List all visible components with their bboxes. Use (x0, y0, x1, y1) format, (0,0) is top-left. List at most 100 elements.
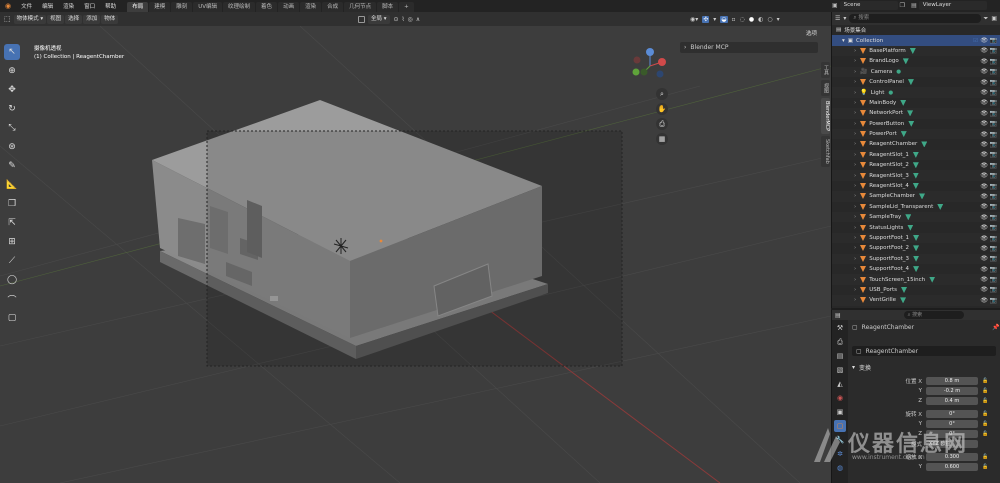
outliner-item[interactable]: › TouchScreen_15inch 👁 📷 (832, 274, 1000, 285)
properties-editor-icon[interactable]: ▤ (835, 312, 841, 319)
eye-icon[interactable]: 👁 (980, 68, 988, 75)
eye-icon[interactable]: 👁 (980, 214, 988, 221)
transform-tool-icon[interactable]: ⊛ (4, 139, 20, 155)
panel-collapse-icon[interactable]: › (684, 44, 686, 51)
render-camera-icon[interactable]: 📷 (990, 131, 997, 138)
expand-chevron-icon[interactable]: › (854, 121, 856, 127)
collection-tab-icon[interactable]: ▣ (834, 406, 846, 418)
camera-data-icon[interactable]: ● (896, 69, 901, 75)
render-tab-icon[interactable]: ⎙ (834, 336, 846, 348)
tab-animation[interactable]: 动画 (278, 2, 300, 12)
tab-view[interactable]: 视图 (821, 80, 830, 96)
falloff-icon[interactable]: ∧ (416, 16, 420, 23)
expand-chevron-icon[interactable]: › (854, 287, 856, 293)
eye-icon[interactable]: 👁 (980, 37, 988, 44)
overlays-toggle-icon[interactable]: ▾ (713, 16, 716, 23)
orientation-selector[interactable]: 全局 ▾ (368, 14, 390, 24)
outliner-item[interactable]: › SampleLid_Transparent 👁 📷 (832, 202, 1000, 212)
render-camera-icon[interactable]: 📷 (990, 286, 997, 293)
collection-row[interactable]: ▾ ▣ Collection ☑ 👁 📷 (832, 35, 1000, 46)
outliner-editor-icon[interactable]: ☰ (835, 15, 840, 22)
eye-icon[interactable]: 👁 (980, 89, 988, 96)
scene-collection-row[interactable]: ▤ 场景集合 (832, 25, 1000, 35)
expand-chevron-icon[interactable]: › (854, 90, 856, 96)
move-tool-icon[interactable]: ✥ (4, 82, 20, 98)
tool-tab-icon[interactable]: ⚒ (834, 322, 846, 334)
eye-icon[interactable]: 👁 (980, 183, 988, 190)
render-camera-icon[interactable]: 📷 (990, 297, 997, 304)
eye-icon[interactable]: 👁 (980, 79, 988, 86)
shading-wireframe-icon[interactable]: ◌ (740, 16, 745, 23)
location-y-field[interactable]: -0.2 m (926, 387, 978, 395)
mesh-data-icon[interactable] (907, 79, 914, 86)
tab-modeling[interactable]: 建模 (149, 2, 171, 12)
tab-sketchfab[interactable]: Sketchfab (821, 136, 830, 168)
menu-add[interactable]: 添加 (83, 14, 101, 24)
scale-tool-icon[interactable]: ⤡ (4, 120, 20, 136)
expand-chevron-icon[interactable]: › (854, 162, 856, 168)
scene-tab-icon[interactable]: ◭ (834, 378, 846, 390)
render-camera-icon[interactable]: 📷 (990, 235, 997, 242)
shading-solid-icon[interactable]: ● (749, 16, 754, 23)
expand-chevron-icon[interactable]: › (854, 141, 856, 147)
mesh-data-icon[interactable] (913, 266, 920, 273)
eye-icon[interactable]: 👁 (980, 255, 988, 262)
outliner-item[interactable]: › 🎥 Camera ● 👁 📷 (832, 66, 1000, 77)
lock-icon[interactable]: 🔓 (982, 388, 988, 394)
inset-tool-icon[interactable]: ⊞ (4, 234, 20, 250)
eye-icon[interactable]: 👁 (980, 297, 988, 304)
tab-layout[interactable]: 布局 (127, 2, 149, 12)
spin-tool-icon[interactable]: ◯ (4, 272, 20, 288)
scene-selector[interactable]: Scene (839, 1, 898, 10)
expand-chevron-icon[interactable]: › (854, 183, 856, 189)
snap-icon[interactable]: ⌇ (402, 16, 405, 23)
expand-chevron-icon[interactable]: › (854, 277, 856, 283)
filter-icon[interactable]: ⏷ (984, 15, 989, 23)
mesh-data-icon[interactable] (900, 99, 907, 106)
mesh-data-icon[interactable] (901, 286, 908, 293)
menu-render[interactable]: 渲染 (58, 2, 79, 10)
menu-object[interactable]: 物体 (101, 14, 119, 24)
menu-help[interactable]: 帮助 (100, 2, 121, 10)
extrude-tool-icon[interactable]: ⇱ (4, 215, 20, 231)
eye-icon[interactable]: 👁 (980, 266, 988, 273)
tab-shading[interactable]: 着色 (256, 2, 278, 12)
eye-icon[interactable]: 👁 (980, 120, 988, 127)
outliner-item[interactable]: › StatusLights 👁 📷 (832, 222, 1000, 232)
outliner-item[interactable]: › ReagentChamber 👁 📷 (832, 139, 1000, 149)
shading-rendered-icon[interactable]: ○ (767, 16, 772, 23)
measure-tool-icon[interactable]: 📐 (4, 177, 20, 193)
outliner-search-input[interactable]: ⌕ 搜索 (849, 14, 981, 23)
output-tab-icon[interactable]: ▤ (834, 350, 846, 362)
editor-type-icon[interactable]: ⬚ (4, 15, 11, 23)
outliner-item[interactable]: › SupportFoot_1 👁 📷 (832, 232, 1000, 244)
mesh-data-icon[interactable] (913, 245, 920, 252)
outliner-item[interactable]: › SupportFoot_2 👁 📷 (832, 243, 1000, 253)
mesh-data-icon[interactable] (912, 172, 919, 179)
tab-texture-paint[interactable]: 纹理绘制 (223, 2, 256, 12)
object-name-field[interactable]: ▢ ReagentChamber (852, 346, 996, 356)
render-camera-icon[interactable]: 📷 (990, 37, 997, 44)
annotate-tool-icon[interactable]: ✎ (4, 158, 20, 174)
eye-icon[interactable]: 👁 (980, 58, 988, 65)
menu-window[interactable]: 窗口 (79, 2, 100, 10)
world-tab-icon[interactable]: ◉ (834, 392, 846, 404)
gizmo-toggle-icon[interactable]: ✣ (702, 15, 710, 23)
menu-view[interactable]: 视图 (47, 14, 65, 24)
expand-chevron-icon[interactable]: › (854, 79, 856, 85)
render-camera-icon[interactable]: 📷 (990, 68, 997, 75)
eye-icon[interactable]: 👁 (980, 193, 988, 200)
render-camera-icon[interactable]: 📷 (990, 47, 997, 54)
overlay-icon[interactable]: ◒ (720, 15, 728, 23)
expand-chevron-icon[interactable]: › (854, 245, 856, 251)
eye-icon[interactable]: 👁 (980, 47, 988, 54)
add-workspace-button[interactable]: + (399, 2, 414, 12)
mesh-data-icon[interactable] (912, 162, 919, 169)
render-camera-icon[interactable]: 📷 (990, 110, 997, 117)
eye-icon[interactable]: 👁 (980, 131, 988, 138)
expand-chevron-icon[interactable]: › (854, 48, 856, 54)
eye-icon[interactable]: 👁 (980, 110, 988, 117)
mode-selector[interactable]: 物体模式 ▾ (13, 14, 47, 24)
pin-icon[interactable]: 📌 (992, 324, 999, 331)
eye-icon[interactable]: 👁 (980, 245, 988, 252)
